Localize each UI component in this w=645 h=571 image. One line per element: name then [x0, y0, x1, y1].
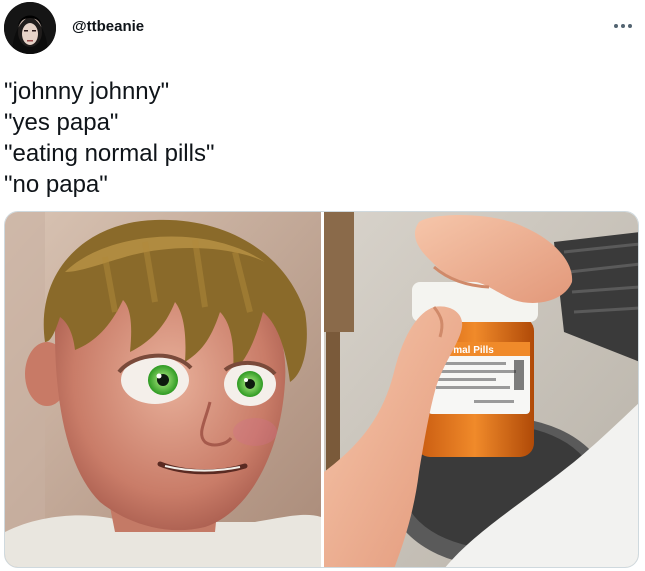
- media-image-left[interactable]: [5, 212, 321, 567]
- tweet-media: Normal Pills: [4, 211, 639, 568]
- pill-bottle-image: Normal Pills: [324, 212, 638, 567]
- tweet-text-line: "yes papa": [4, 109, 119, 136]
- tweet-text-line: "johnny johnny": [4, 78, 170, 105]
- media-image-right[interactable]: Normal Pills: [324, 212, 638, 567]
- user-handle[interactable]: @ttbeanie: [72, 18, 144, 35]
- avatar-image: [4, 2, 56, 54]
- tweet: @ttbeanie "johnny johnny" "yes papa" "ea…: [0, 0, 645, 571]
- cartoon-boy-image: [5, 212, 321, 567]
- avatar[interactable]: [4, 2, 56, 54]
- more-horizontal-icon: [614, 24, 632, 28]
- tweet-header: @ttbeanie: [0, 0, 645, 62]
- more-options-button[interactable]: [609, 14, 637, 38]
- tweet-text-line: "no papa": [4, 171, 108, 198]
- tweet-text: "johnny johnny" "yes papa" "eating norma…: [4, 76, 214, 200]
- tweet-text-line: "eating normal pills": [4, 140, 215, 167]
